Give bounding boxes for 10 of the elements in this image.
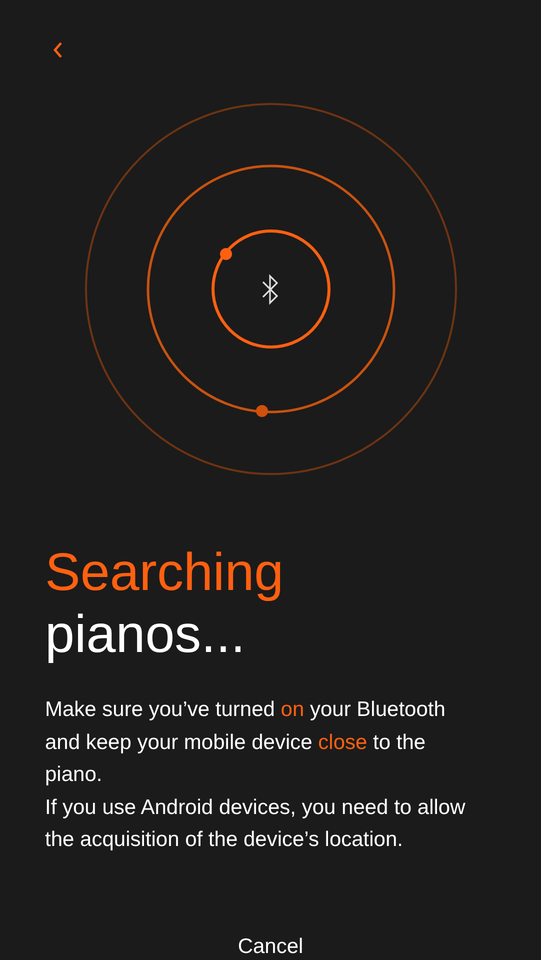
instruction-text: Make sure you’ve turned on your Bluetooth and keep your mobile device close to the piano. — [45, 697, 446, 788]
heading-line: pianos... — [45, 604, 246, 666]
instruction-text: If you use Android devices, you need to allow the acquisition of the device’s location. — [45, 794, 466, 853]
cancel-button[interactable]: Cancel — [228, 934, 314, 960]
bluetooth-icon — [262, 274, 278, 305]
orbit-dot — [220, 248, 232, 260]
heading-line: Searching — [45, 542, 285, 604]
orbit-dot — [256, 405, 268, 417]
back-button[interactable] — [52, 41, 64, 59]
back-icon — [52, 41, 64, 59]
